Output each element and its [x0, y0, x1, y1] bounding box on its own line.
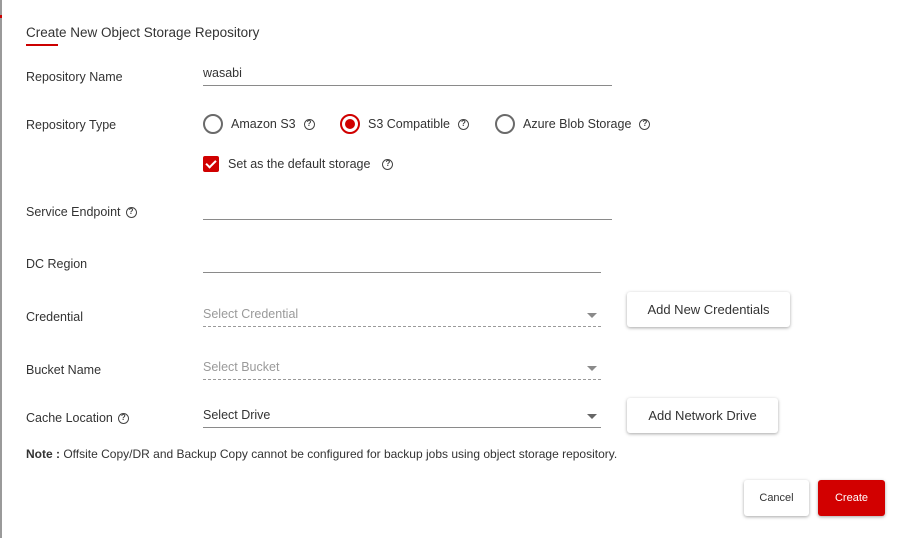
note-prefix: Note : — [26, 447, 60, 461]
radio-circle[interactable] — [203, 114, 223, 134]
create-repository-dialog: Create New Object Storage Repository Rep… — [2, 0, 899, 538]
radio-label: Amazon S3 — [231, 117, 296, 131]
chevron-down-icon[interactable] — [587, 366, 597, 371]
credential-label: Credential — [26, 310, 83, 324]
repository-name-input[interactable]: wasabi — [203, 64, 612, 86]
repository-type-label: Repository Type — [26, 118, 116, 132]
add-new-credentials-button[interactable]: Add New Credentials — [627, 292, 790, 327]
chevron-down-icon[interactable] — [587, 313, 597, 318]
radio-circle[interactable] — [495, 114, 515, 134]
bucket-name-label-text: Bucket Name — [26, 363, 102, 377]
add-network-drive-button[interactable]: Add Network Drive — [627, 398, 778, 433]
service-endpoint-label: Service Endpoint ? — [26, 205, 137, 219]
dc-region-input[interactable] — [203, 251, 601, 273]
cancel-button[interactable]: Cancel — [744, 480, 809, 516]
note-text: Note : Offsite Copy/DR and Backup Copy c… — [26, 447, 617, 461]
radio-s3-compatible[interactable]: S3 Compatible ? — [340, 114, 469, 134]
service-endpoint-label-text: Service Endpoint — [26, 205, 121, 219]
credential-label-text: Credential — [26, 310, 83, 324]
cache-location-value: Select Drive — [203, 408, 271, 422]
radio-label: S3 Compatible — [368, 117, 450, 131]
radio-amazon-s3[interactable]: Amazon S3 ? — [203, 114, 315, 134]
repository-type-label-text: Repository Type — [26, 118, 117, 132]
title-underline — [26, 44, 58, 46]
note-body: Offsite Copy/DR and Backup Copy cannot b… — [60, 447, 618, 461]
chevron-down-icon[interactable] — [587, 414, 597, 419]
help-icon[interactable]: ? — [117, 412, 129, 424]
repository-name-value: wasabi — [203, 66, 242, 80]
cache-location-label-text: Cache Location — [26, 411, 113, 425]
credential-select[interactable]: Select Credential — [203, 305, 601, 327]
help-icon[interactable]: ? — [303, 118, 315, 130]
help-icon[interactable]: ? — [125, 206, 137, 218]
bucket-placeholder: Select Bucket — [203, 360, 280, 374]
repository-name-label-text: Repository Name — [26, 70, 123, 84]
default-storage-row: Set as the default storage ? — [203, 156, 394, 172]
help-icon[interactable]: ? — [639, 118, 651, 130]
create-button[interactable]: Create — [818, 480, 885, 516]
default-storage-checkbox[interactable] — [203, 156, 219, 172]
dc-region-label-text: DC Region — [26, 257, 88, 271]
help-icon[interactable]: ? — [458, 118, 469, 130]
help-icon[interactable]: ? — [382, 158, 394, 170]
bucket-name-label: Bucket Name — [26, 363, 101, 377]
bucket-select[interactable]: Select Bucket — [203, 358, 601, 380]
dialog-title: Create New Object Storage Repository — [26, 25, 260, 40]
repository-name-label: Repository Name — [26, 70, 123, 84]
radio-circle-selected[interactable] — [340, 114, 360, 134]
service-endpoint-input[interactable] — [203, 198, 612, 220]
default-storage-label: Set as the default storage — [228, 157, 371, 171]
credential-placeholder: Select Credential — [203, 307, 299, 321]
radio-label: Azure Blob Storage — [523, 117, 632, 131]
cache-location-label: Cache Location ? — [26, 411, 129, 425]
cache-location-select[interactable]: Select Drive — [203, 406, 601, 428]
radio-azure-blob-storage[interactable]: Azure Blob Storage ? — [495, 114, 651, 134]
dc-region-label: DC Region — [26, 257, 87, 271]
